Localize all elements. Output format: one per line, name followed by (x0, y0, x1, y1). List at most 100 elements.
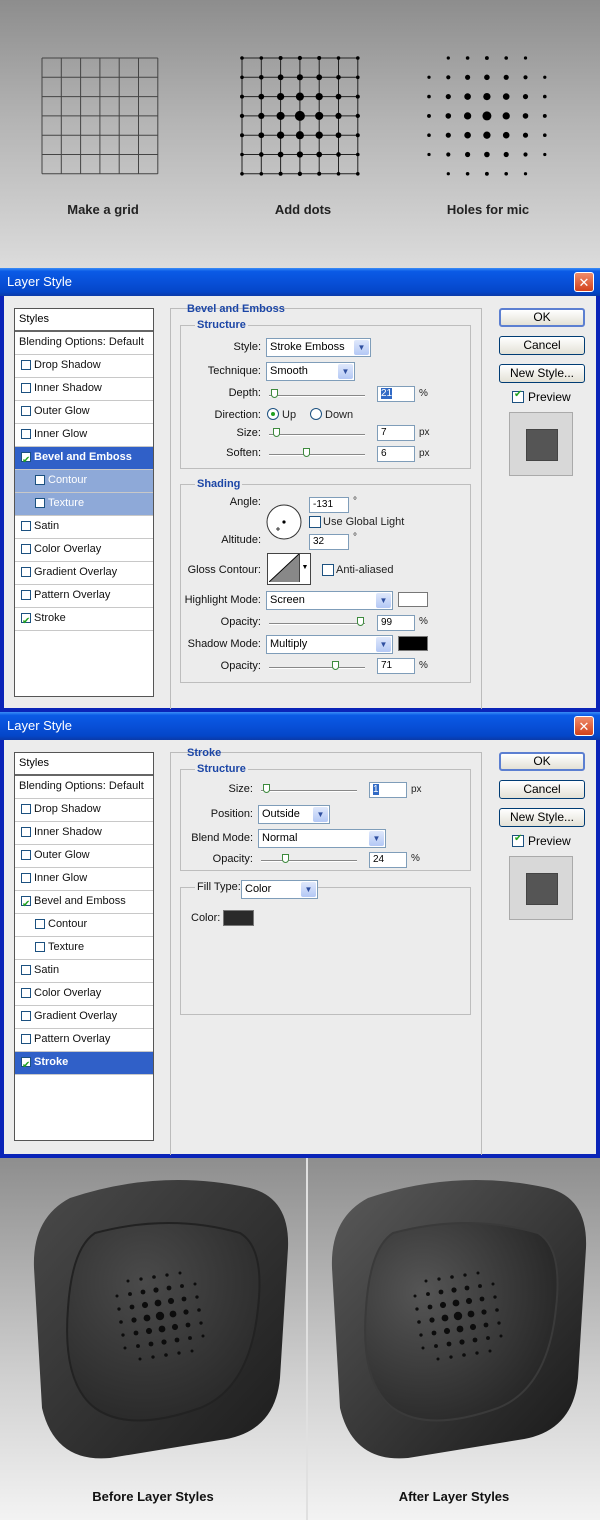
style-item-outer-glow[interactable]: Outer Glow (15, 401, 153, 424)
position-select[interactable]: Outside ▼ (258, 805, 330, 824)
soften-slider-knob[interactable] (302, 448, 310, 457)
style-item-satin[interactable]: Satin (15, 516, 153, 539)
soften-slider[interactable] (269, 448, 365, 457)
cancel-button[interactable]: Cancel (499, 780, 585, 799)
shadow-opacity-input[interactable]: 71 (377, 658, 415, 674)
dialog-titlebar[interactable]: Layer Style ✕ (0, 712, 600, 740)
style-checkbox[interactable] (35, 919, 45, 929)
new-style-button[interactable]: New Style... (499, 364, 585, 383)
highlight-opacity-knob[interactable] (357, 617, 365, 626)
style-item-contour[interactable]: Contour (15, 470, 153, 493)
style-item-inner-shadow[interactable]: Inner Shadow (15, 378, 153, 401)
new-style-button[interactable]: New Style... (499, 808, 585, 827)
style-item-bevel-and-emboss[interactable]: Bevel and Emboss (15, 891, 153, 915)
ok-button[interactable]: OK (499, 308, 585, 327)
style-checkbox[interactable] (21, 1034, 31, 1044)
altitude-input[interactable]: 32 (309, 534, 349, 550)
opacity-slider[interactable] (261, 854, 357, 863)
style-checkbox[interactable] (21, 1055, 31, 1076)
highlight-mode-select[interactable]: Screen ▼ (266, 591, 393, 610)
opacity-slider-knob[interactable] (282, 854, 290, 863)
depth-input[interactable]: 21 (377, 386, 415, 402)
opacity-input[interactable]: 24 (369, 852, 407, 868)
style-item-contour[interactable]: Contour (15, 914, 153, 937)
style-item-texture[interactable]: Texture (15, 493, 153, 516)
blending-options-item[interactable]: Blending Options: Default (15, 332, 153, 355)
style-item-inner-glow[interactable]: Inner Glow (15, 424, 153, 447)
style-checkbox[interactable] (35, 498, 45, 508)
style-item-gradient-overlay[interactable]: Gradient Overlay (15, 562, 153, 585)
style-item-satin[interactable]: Satin (15, 960, 153, 983)
blend-mode-select[interactable]: Normal ▼ (258, 829, 386, 848)
highlight-opacity-slider[interactable] (269, 617, 365, 626)
style-checkbox[interactable] (21, 965, 31, 975)
direction-down-radio[interactable] (310, 408, 322, 420)
global-light-checkbox[interactable] (309, 516, 321, 528)
size-input[interactable]: 7 (377, 425, 415, 441)
style-checkbox[interactable] (21, 450, 31, 471)
style-checkbox[interactable] (21, 360, 31, 370)
ok-button[interactable]: OK (499, 752, 585, 771)
style-checkbox[interactable] (21, 611, 31, 632)
style-checkbox[interactable] (21, 894, 31, 915)
shadow-color-swatch[interactable] (398, 636, 428, 651)
size-slider[interactable] (261, 784, 357, 793)
styles-header[interactable]: Styles (15, 753, 153, 776)
preview-checkbox[interactable] (512, 833, 524, 847)
style-item-drop-shadow[interactable]: Drop Shadow (15, 355, 153, 378)
shadow-opacity-knob[interactable] (332, 661, 340, 670)
style-checkbox[interactable] (21, 406, 31, 416)
style-item-drop-shadow[interactable]: Drop Shadow (15, 799, 153, 822)
style-item-color-overlay[interactable]: Color Overlay (15, 539, 153, 562)
gloss-contour-picker[interactable]: ▼ (267, 553, 311, 585)
style-checkbox[interactable] (21, 1011, 31, 1021)
style-item-pattern-overlay[interactable]: Pattern Overlay (15, 1029, 153, 1052)
angle-dial[interactable] (265, 503, 303, 541)
style-checkbox[interactable] (21, 850, 31, 860)
style-checkbox[interactable] (35, 942, 45, 952)
size-input[interactable]: 1 (369, 782, 407, 798)
antialiased-checkbox[interactable] (322, 564, 334, 576)
depth-slider-knob[interactable] (270, 389, 278, 398)
size-slider-knob[interactable] (262, 784, 270, 793)
shadow-opacity-slider[interactable] (269, 661, 365, 670)
style-item-inner-glow[interactable]: Inner Glow (15, 868, 153, 891)
style-item-pattern-overlay[interactable]: Pattern Overlay (15, 585, 153, 608)
stroke-color-swatch[interactable] (223, 910, 254, 926)
shadow-mode-select[interactable]: Multiply ▼ (266, 635, 393, 654)
style-item-gradient-overlay[interactable]: Gradient Overlay (15, 1006, 153, 1029)
style-checkbox[interactable] (21, 804, 31, 814)
style-checkbox[interactable] (21, 521, 31, 531)
close-button[interactable]: ✕ (574, 716, 594, 736)
highlight-color-swatch[interactable] (398, 592, 428, 607)
style-checkbox[interactable] (21, 567, 31, 577)
blending-options-item[interactable]: Blending Options: Default (15, 776, 153, 799)
size-slider[interactable] (269, 428, 365, 437)
style-checkbox[interactable] (21, 988, 31, 998)
cancel-button[interactable]: Cancel (499, 336, 585, 355)
soften-input[interactable]: 6 (377, 446, 415, 462)
size-slider-knob[interactable] (273, 428, 281, 437)
fill-type-select[interactable]: Color ▼ (241, 880, 318, 899)
styles-header[interactable]: Styles (15, 309, 153, 332)
close-button[interactable]: ✕ (574, 272, 594, 292)
style-checkbox[interactable] (21, 827, 31, 837)
angle-input[interactable]: -131 (309, 497, 349, 513)
style-checkbox[interactable] (21, 590, 31, 600)
depth-slider[interactable] (269, 389, 365, 398)
preview-checkbox[interactable] (512, 389, 524, 403)
style-select[interactable]: Stroke Emboss ▼ (266, 338, 371, 357)
highlight-opacity-input[interactable]: 99 (377, 615, 415, 631)
style-checkbox[interactable] (21, 544, 31, 554)
style-item-inner-shadow[interactable]: Inner Shadow (15, 822, 153, 845)
direction-up-radio[interactable] (267, 408, 279, 420)
technique-select[interactable]: Smooth ▼ (266, 362, 355, 381)
dialog-titlebar[interactable]: Layer Style ✕ (0, 268, 600, 296)
style-item-stroke[interactable]: Stroke (15, 1052, 153, 1076)
style-item-color-overlay[interactable]: Color Overlay (15, 983, 153, 1006)
style-item-outer-glow[interactable]: Outer Glow (15, 845, 153, 868)
style-checkbox[interactable] (35, 475, 45, 485)
style-item-texture[interactable]: Texture (15, 937, 153, 960)
style-checkbox[interactable] (21, 873, 31, 883)
style-checkbox[interactable] (21, 383, 31, 393)
